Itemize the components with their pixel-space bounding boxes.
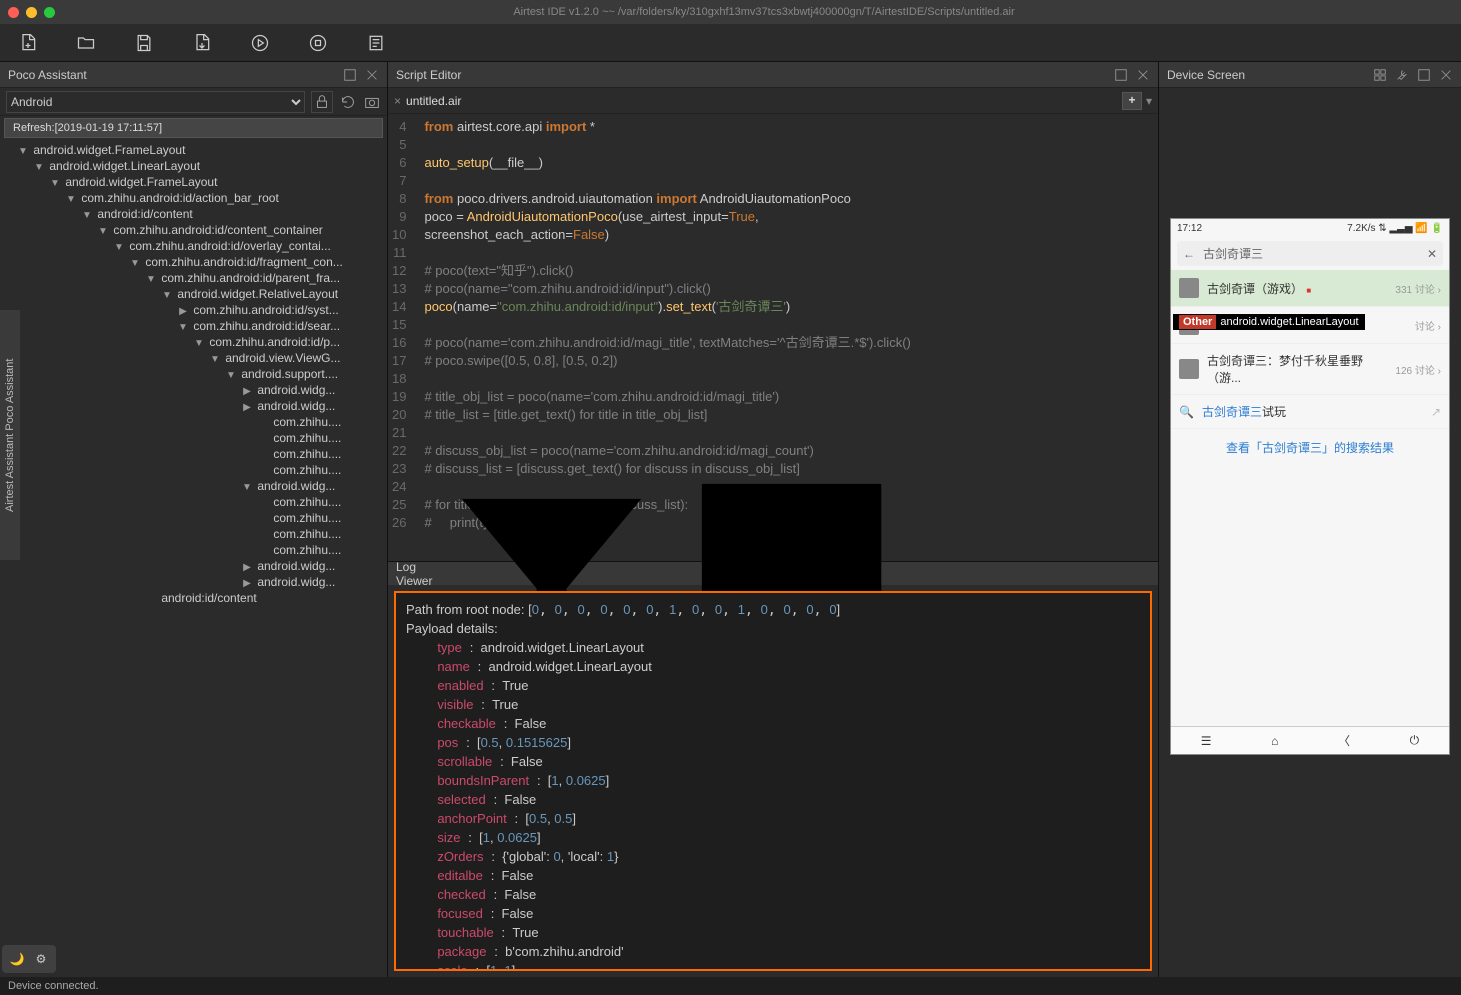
tree-node[interactable]: com.zhihu.... [0, 526, 387, 542]
grid-icon[interactable] [1373, 68, 1387, 82]
tree-node[interactable]: ▼ android.widget.RelativeLayout [0, 286, 387, 302]
new-file-icon[interactable] [18, 33, 38, 53]
tree-node[interactable]: ▶ com.zhihu.android:id/syst... [0, 302, 387, 318]
export-icon[interactable] [192, 33, 212, 53]
poco-assistant-panel: Poco Assistant Android Refresh:[2019-01-… [0, 62, 388, 977]
run-icon[interactable] [250, 33, 270, 53]
phone-result-item[interactable]: 古剑奇谭三：梦付千秋星垂野（游...126 讨论 › [1171, 344, 1449, 395]
tree-node[interactable]: ▶ android.widg... [0, 574, 387, 590]
zoom-icon[interactable] [44, 7, 55, 18]
tree-node[interactable]: ▼ android.view.ViewG... [0, 350, 387, 366]
window-title: Airtest IDE v1.2.0 ~~ /var/folders/ky/31… [75, 6, 1453, 18]
phone-status-bar: 17:127.2K/s ⇅ ▂▃▅ 📶 🔋 [1171, 219, 1449, 237]
close-icon[interactable] [8, 7, 19, 18]
lock-icon[interactable] [311, 91, 333, 113]
platform-select[interactable]: Android [6, 91, 305, 113]
settings-icon[interactable]: ⚙ [30, 949, 52, 969]
report-icon[interactable] [366, 33, 386, 53]
search-icon: 🔍 [1179, 405, 1194, 419]
thumbnail [1179, 278, 1199, 298]
tree-node[interactable]: ▼ android:id/content [0, 206, 387, 222]
tree-node[interactable]: ▼ com.zhihu.android:id/action_bar_root [0, 190, 387, 206]
refresh-icon[interactable] [339, 93, 357, 111]
tree-node[interactable]: com.zhihu.... [0, 542, 387, 558]
tree-node[interactable]: android:id/content [0, 590, 387, 606]
stop-icon[interactable] [308, 33, 328, 53]
phone-nav-bar: ☰ ⌂ 〈 ⏻ [1171, 726, 1449, 754]
log-header-title: Log Viewer [396, 560, 432, 588]
theme-toolbar: 🌙 ⚙ [2, 945, 56, 973]
tree-node[interactable]: com.zhihu.... [0, 510, 387, 526]
close-panel-icon[interactable] [1439, 68, 1453, 82]
tree-node[interactable]: ▼ com.zhihu.android:id/parent_fra... [0, 270, 387, 286]
home-icon[interactable]: ⌂ [1271, 734, 1278, 748]
power-icon[interactable]: ⏻ [1410, 733, 1420, 748]
tree-node[interactable]: ▼ android.support.... [0, 366, 387, 382]
device-header-title: Device Screen [1167, 68, 1245, 82]
poco-header-title: Poco Assistant [8, 68, 87, 82]
clear-icon[interactable]: ✕ [1427, 247, 1437, 261]
tree-node[interactable]: ▼ android.widget.FrameLayout [0, 142, 387, 158]
tree-node[interactable]: com.zhihu.... [0, 414, 387, 430]
tab-menu-icon[interactable]: ▾ [1146, 94, 1152, 108]
snapshot-icon[interactable] [363, 93, 381, 111]
editor-tab[interactable]: ×untitled.air [394, 94, 461, 108]
sidebar-tab[interactable]: Airtest Assistant Poco Assistant [0, 310, 20, 560]
tree-node[interactable]: ▼ android.widg... [0, 478, 387, 494]
status-text: Device connected. [8, 980, 99, 992]
phone-result-item[interactable]: 古剑奇谭（游戏） ■331 讨论 › [1171, 270, 1449, 307]
tree-node[interactable]: com.zhihu.... [0, 462, 387, 478]
main-toolbar [0, 24, 1461, 62]
inspector-tooltip: Otherandroid.widget.LinearLayout [1173, 314, 1365, 330]
tree-node[interactable]: ▼ com.zhihu.android:id/sear... [0, 318, 387, 334]
tree-node[interactable]: ▼ android.widget.FrameLayout [0, 174, 387, 190]
new-tab-button[interactable]: + [1122, 92, 1142, 110]
back-icon[interactable]: ← [1183, 247, 1195, 261]
close-panel-icon[interactable] [1136, 68, 1150, 82]
device-mirror[interactable]: 17:127.2K/s ⇅ ▂▃▅ 📶 🔋 ← 古剑奇谭三 ✕ 古剑奇谭（游戏）… [1170, 218, 1450, 755]
device-screen-panel: Device Screen 17:127.2K/s ⇅ ▂▃▅ 📶 🔋 ← 古剑… [1158, 62, 1461, 977]
tree-node[interactable]: com.zhihu.... [0, 446, 387, 462]
phone-search-bar[interactable]: ← 古剑奇谭三 ✕ [1177, 241, 1443, 266]
thumbnail [1179, 359, 1199, 379]
detach-icon[interactable] [1114, 68, 1128, 82]
tree-node[interactable]: ▼ com.zhihu.android:id/overlay_contai... [0, 238, 387, 254]
ui-tree[interactable]: ▼ android.widget.FrameLayout▼ android.wi… [0, 140, 387, 977]
tree-node[interactable]: com.zhihu.... [0, 430, 387, 446]
tree-node[interactable]: ▶ android.widg... [0, 558, 387, 574]
tree-node[interactable]: com.zhihu.... [0, 494, 387, 510]
refresh-timestamp[interactable]: Refresh:[2019-01-19 17:11:57] [4, 118, 383, 138]
tree-node[interactable]: ▼ com.zhihu.android:id/content_container [0, 222, 387, 238]
detach-icon[interactable] [343, 68, 357, 82]
tree-node[interactable]: ▼ android.widget.LinearLayout [0, 158, 387, 174]
tree-node[interactable]: ▼ com.zhihu.android:id/fragment_con... [0, 254, 387, 270]
log-output[interactable]: Path from root node: [0, 0, 0, 0, 0, 0, … [394, 591, 1152, 971]
phone-view-all-link[interactable]: 查看「古剑奇谭三」的搜索结果 [1171, 429, 1449, 466]
open-folder-icon[interactable] [76, 33, 96, 53]
tools-icon[interactable] [1395, 68, 1409, 82]
phone-suggestion[interactable]: 🔍 古剑奇谭三试玩 ↗ [1171, 395, 1449, 429]
dark-mode-icon[interactable]: 🌙 [6, 949, 28, 969]
menu-icon[interactable]: ☰ [1201, 734, 1212, 748]
save-icon[interactable] [134, 33, 154, 53]
tree-node[interactable]: ▶ android.widg... [0, 398, 387, 414]
tree-node[interactable]: ▶ android.widg... [0, 382, 387, 398]
close-tab-icon[interactable]: × [394, 94, 401, 108]
title-bar: Airtest IDE v1.2.0 ~~ /var/folders/ky/31… [0, 0, 1461, 24]
status-bar: Device connected. [0, 977, 1461, 995]
editor-header-title: Script Editor [396, 68, 461, 82]
tree-node[interactable]: ▼ com.zhihu.android:id/p... [0, 334, 387, 350]
detach-icon[interactable] [1417, 68, 1431, 82]
minimize-icon[interactable] [26, 7, 37, 18]
close-panel-icon[interactable] [365, 68, 379, 82]
back-icon[interactable]: 〈 [1338, 732, 1350, 749]
